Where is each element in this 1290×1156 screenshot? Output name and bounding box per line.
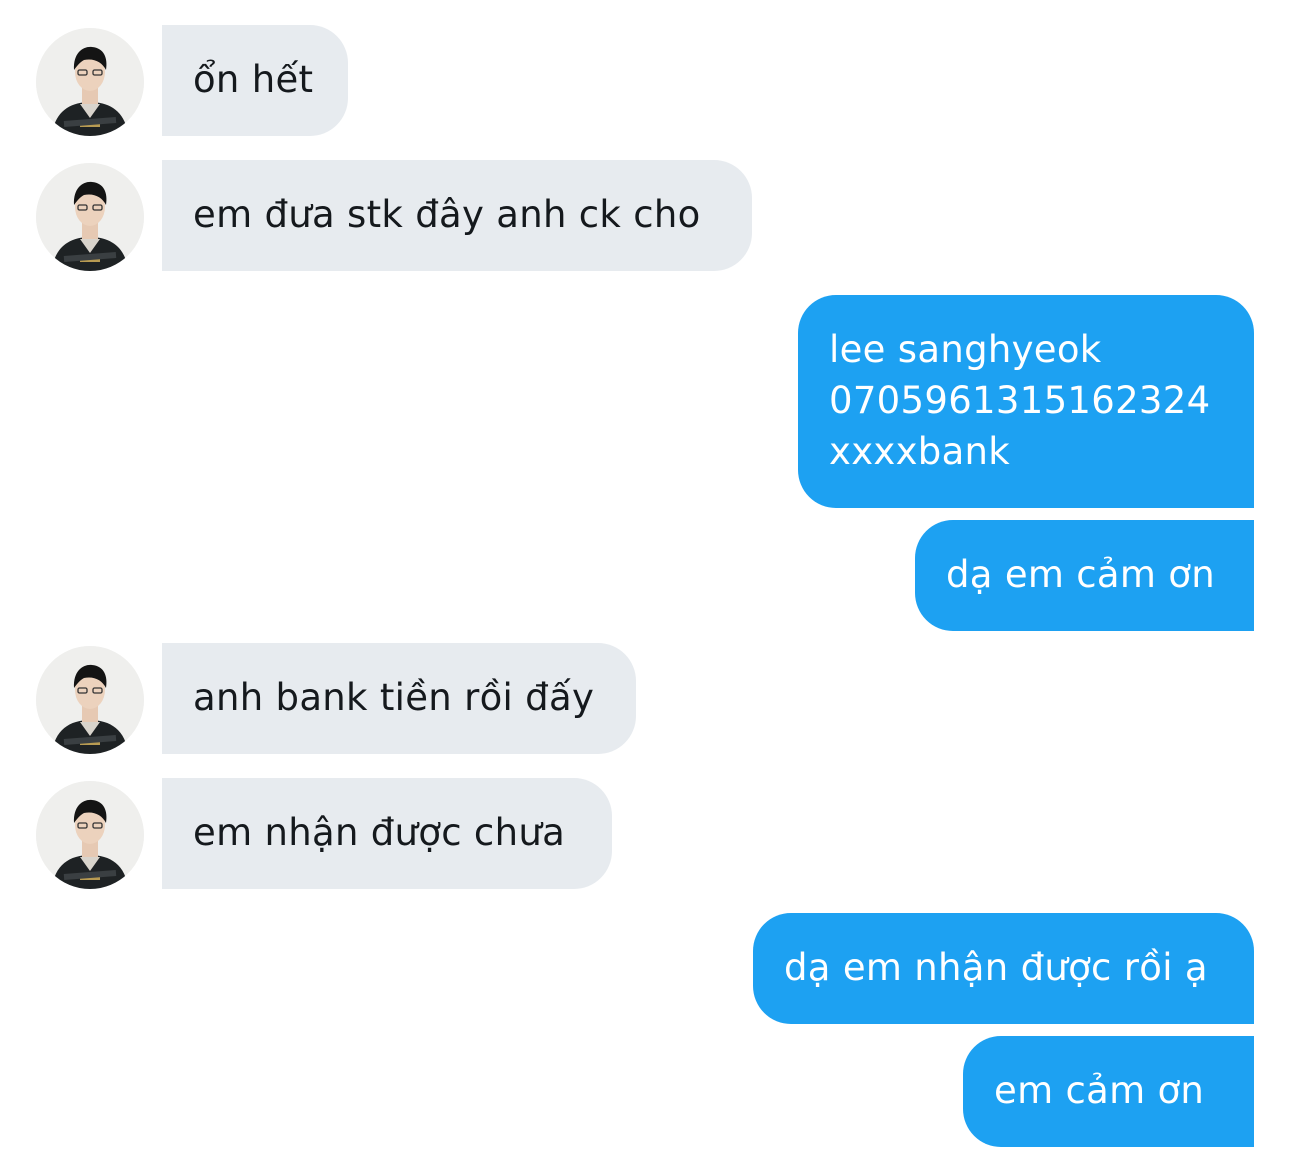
contact-avatar[interactable] — [36, 28, 144, 136]
message-bubble-incoming[interactable]: anh bank tiền rồi đấy — [162, 643, 636, 754]
avatar-photo-icon — [36, 781, 144, 889]
message-bubble-incoming[interactable]: ổn hết — [162, 25, 348, 136]
message-bubble-incoming[interactable]: em nhận được chưa — [162, 778, 612, 889]
avatar-photo-icon — [36, 163, 144, 271]
contact-avatar[interactable] — [36, 781, 144, 889]
message-bubble-incoming[interactable]: em đưa stk đây anh ck cho — [162, 160, 752, 271]
message-bubble-outgoing[interactable]: em cảm ơn — [963, 1036, 1254, 1147]
avatar-photo-icon — [36, 646, 144, 754]
contact-avatar[interactable] — [36, 163, 144, 271]
message-bubble-outgoing[interactable]: dạ em nhận được rồi ạ — [753, 913, 1254, 1024]
message-bubble-outgoing[interactable]: dạ em cảm ơn — [915, 520, 1254, 631]
contact-avatar[interactable] — [36, 646, 144, 754]
avatar-photo-icon — [36, 28, 144, 136]
conversation-thread: ổn hết em đưa stk đây anh ck cho lee san… — [0, 0, 1290, 1156]
message-bubble-outgoing[interactable]: lee sanghyeok 0705961315162324 xxxxbank — [798, 295, 1254, 508]
